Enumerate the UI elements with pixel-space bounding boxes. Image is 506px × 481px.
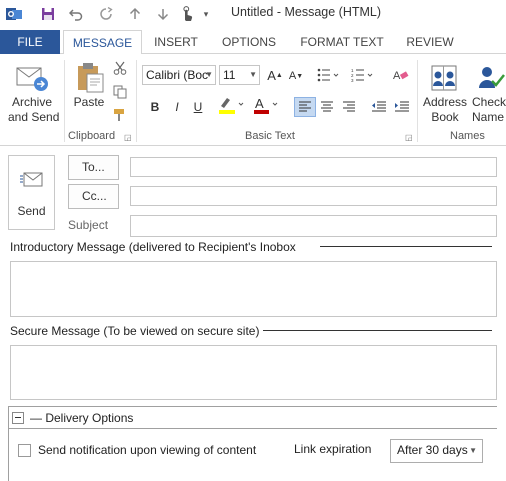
archive-send-icon[interactable] bbox=[15, 64, 49, 94]
outlook-app-icon[interactable] bbox=[4, 4, 24, 24]
send-icon bbox=[20, 170, 44, 193]
ribbon-tab-bar: FILE MESSAGE INSERT OPTIONS FORMAT TEXT … bbox=[0, 30, 506, 55]
group-divider bbox=[64, 60, 65, 142]
intro-message-title: Introductory Message (delivered to Recip… bbox=[10, 240, 300, 254]
check-label-line1: Check bbox=[472, 95, 506, 109]
paste-icon[interactable] bbox=[74, 62, 106, 94]
font-name-combo[interactable]: Calibri (Boc ▼ bbox=[142, 65, 216, 85]
font-name-value: Calibri (Boc bbox=[146, 68, 209, 82]
delivery-left-border bbox=[8, 406, 9, 481]
cut-icon[interactable] bbox=[111, 59, 129, 77]
cc-field[interactable] bbox=[130, 186, 497, 206]
secure-message-textbox[interactable] bbox=[10, 345, 497, 400]
basic-text-launcher-icon[interactable]: ◲ bbox=[405, 133, 414, 142]
collapse-icon[interactable] bbox=[12, 412, 24, 424]
redo-icon[interactable] bbox=[96, 4, 116, 24]
shrink-font-icon[interactable]: A ▼ bbox=[287, 67, 305, 85]
paste-label[interactable]: Paste bbox=[72, 95, 106, 110]
font-color-button[interactable]: A bbox=[252, 96, 280, 114]
notify-checkbox[interactable] bbox=[18, 444, 31, 457]
chevron-down-icon: ▼ bbox=[249, 70, 257, 79]
svg-text:A: A bbox=[393, 70, 401, 82]
archive-label-line2: and Send bbox=[8, 110, 60, 124]
clipboard-launcher-icon[interactable]: ◲ bbox=[124, 133, 133, 142]
svg-text:A: A bbox=[255, 96, 264, 111]
align-center-button[interactable] bbox=[318, 98, 336, 116]
delivery-top-border bbox=[8, 406, 497, 407]
clipboard-group-label: Clipboard bbox=[68, 130, 116, 142]
tab-options[interactable]: OPTIONS bbox=[214, 30, 284, 54]
tab-message[interactable]: MESSAGE bbox=[63, 30, 142, 55]
grow-font-icon[interactable]: A ▲ bbox=[266, 66, 284, 84]
chevron-down-icon: ▼ bbox=[205, 70, 213, 79]
link-expiration-dropdown[interactable]: After 30 days ▼ bbox=[390, 439, 483, 463]
cc-button[interactable]: Cc... bbox=[68, 184, 119, 209]
link-expiration-value: After 30 days bbox=[397, 443, 468, 457]
group-divider bbox=[417, 60, 418, 142]
collapse-icon-minus bbox=[15, 417, 21, 418]
up-arrow-icon[interactable] bbox=[125, 4, 145, 24]
archive-label-line1: Archive bbox=[11, 95, 52, 109]
title-bar: ▾ Untitled - Message (HTML) bbox=[0, 0, 506, 30]
undo-icon[interactable] bbox=[66, 4, 86, 24]
check-names-label[interactable]: Check Name bbox=[472, 95, 506, 125]
delivery-header-divider bbox=[8, 428, 497, 429]
basic-text-group-label: Basic Text bbox=[245, 130, 295, 142]
bullets-icon[interactable] bbox=[316, 66, 340, 84]
address-book-label[interactable]: Address Book bbox=[422, 95, 468, 125]
increase-indent-icon[interactable] bbox=[393, 98, 411, 116]
bold-button[interactable]: B bbox=[146, 98, 164, 116]
down-arrow-icon[interactable] bbox=[153, 4, 173, 24]
to-button[interactable]: To... bbox=[68, 155, 119, 180]
underline-button[interactable]: U bbox=[189, 98, 207, 116]
svg-text:3: 3 bbox=[351, 78, 354, 82]
check-label-line2: Name bbox=[472, 110, 505, 124]
align-left-button[interactable] bbox=[294, 97, 316, 117]
secure-message-title: Secure Message (To be viewed on secure s… bbox=[10, 324, 264, 338]
subject-field[interactable] bbox=[130, 215, 497, 237]
italic-button[interactable]: I bbox=[168, 98, 186, 116]
align-right-button[interactable] bbox=[340, 98, 358, 116]
check-names-icon[interactable] bbox=[476, 62, 506, 94]
ribbon: Archive and Send Paste Clipboard ◲ Calib… bbox=[0, 54, 506, 146]
window-title: Untitled - Message (HTML) bbox=[231, 5, 382, 19]
address-label-line2: Book bbox=[431, 110, 459, 124]
address-label-line1: Address bbox=[422, 95, 468, 109]
copy-icon[interactable] bbox=[111, 83, 129, 101]
archive-send-label[interactable]: Archive and Send bbox=[8, 95, 60, 125]
tab-insert[interactable]: INSERT bbox=[146, 30, 206, 54]
section-rule bbox=[320, 246, 492, 247]
tab-review[interactable]: REVIEW bbox=[399, 30, 461, 54]
send-button[interactable]: Send bbox=[8, 155, 55, 230]
intro-message-textbox[interactable] bbox=[10, 261, 497, 317]
notify-label: Send notification upon viewing of conten… bbox=[38, 443, 257, 457]
format-painter-icon[interactable] bbox=[111, 106, 129, 124]
chevron-down-icon: ▼ bbox=[469, 446, 477, 455]
numbering-icon[interactable]: 123 bbox=[350, 66, 374, 84]
font-size-value: 11 bbox=[223, 68, 236, 82]
font-size-combo[interactable]: 11 ▼ bbox=[219, 65, 260, 85]
subject-label: Subject bbox=[68, 218, 109, 232]
highlight-color-button[interactable] bbox=[217, 96, 245, 114]
save-icon[interactable] bbox=[38, 4, 58, 24]
touch-mode-icon[interactable] bbox=[177, 4, 197, 24]
clear-formatting-icon[interactable]: A bbox=[392, 66, 410, 84]
send-label: Send bbox=[17, 204, 46, 218]
address-book-icon[interactable] bbox=[427, 62, 461, 94]
names-group-label: Names bbox=[450, 130, 485, 142]
decrease-indent-icon[interactable] bbox=[370, 98, 388, 116]
customize-qat-icon[interactable]: ▾ bbox=[196, 4, 216, 24]
section-rule bbox=[262, 330, 492, 331]
to-field[interactable] bbox=[130, 157, 497, 177]
delivery-options-title: — Delivery Options bbox=[30, 411, 134, 425]
group-divider bbox=[136, 60, 137, 142]
tab-file[interactable]: FILE bbox=[0, 30, 60, 54]
link-expiration-label: Link expiration bbox=[294, 442, 372, 456]
tab-format-text[interactable]: FORMAT TEXT bbox=[293, 30, 391, 54]
